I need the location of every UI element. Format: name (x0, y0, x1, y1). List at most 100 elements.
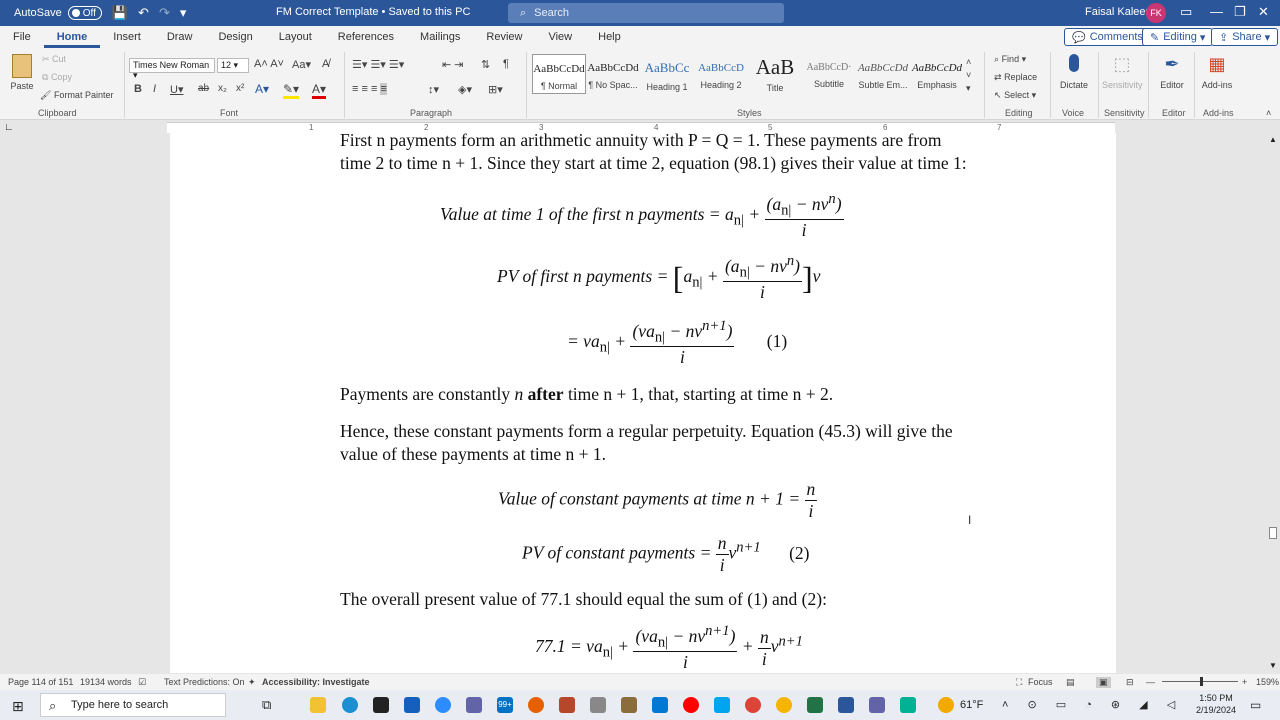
tab-design[interactable]: Design (205, 26, 265, 48)
style-subtle-emphasis[interactable]: AaBbCcDd Subtle Em... (856, 54, 910, 94)
paste-button[interactable]: Paste (10, 54, 34, 91)
underline-icon[interactable]: U▾ (170, 83, 183, 96)
tab-draw[interactable]: Draw (154, 26, 206, 48)
tray-icons[interactable]: ˄ ⊙ ▭ ◔ ⊛ ◢ ◁ (1002, 698, 1183, 711)
ribbon-display-icon[interactable]: ▭ (1180, 4, 1192, 20)
ruler-tab-selector[interactable]: ∟ (4, 122, 14, 133)
focus-mode[interactable]: Focus (1028, 677, 1053, 687)
font-size-select[interactable]: 12 ▾ (217, 58, 249, 73)
search-input[interactable]: ⌕ Search (508, 3, 784, 23)
grow-font-icon[interactable]: A˄ A˅ (254, 58, 284, 70)
scroll-up-icon[interactable]: ▲ (1269, 135, 1277, 144)
document-title[interactable]: FM Correct Template • Saved to this PC (276, 6, 470, 18)
font-color-icon[interactable]: A▾ (312, 82, 327, 99)
cut-button[interactable]: ✂ Cut (42, 54, 66, 65)
firefox-icon[interactable] (528, 697, 544, 713)
tab-references[interactable]: References (325, 26, 407, 48)
user-name[interactable]: Faisal Kaleem (1085, 6, 1155, 18)
proofing-icon[interactable]: ☑ (138, 677, 146, 688)
sensitivity-button[interactable]: ⬚ Sensitivity (1102, 54, 1143, 90)
text-predictions[interactable]: Text Predictions: On (164, 677, 245, 687)
editor-button[interactable]: ✒ Editor (1156, 54, 1188, 90)
highlight-icon[interactable]: ✎▾ (283, 82, 300, 99)
redo-icon[interactable]: ↷ (159, 5, 170, 21)
customize-icon[interactable]: ▾ (180, 5, 187, 21)
indent-icon[interactable]: ⇤ ⇥ (442, 58, 464, 71)
accessibility-icon[interactable]: ✦ (248, 677, 256, 688)
app-icon[interactable] (621, 697, 637, 713)
scroll-thumb[interactable] (1269, 527, 1277, 539)
notification-icon[interactable]: ▭ (1250, 698, 1261, 712)
addins-button[interactable]: ▦ Add-ins (1200, 54, 1234, 90)
vertical-scrollbar[interactable]: ▲ ▼ (1266, 133, 1280, 673)
app-icon[interactable] (900, 697, 916, 713)
bullets-icon[interactable]: ☰▾ ☰▾ ☰▾ (352, 58, 404, 71)
style-normal[interactable]: AaBbCcDd ¶ Normal (532, 54, 586, 94)
autosave-toggle[interactable]: Off (67, 6, 102, 20)
tab-mailings[interactable]: Mailings (407, 26, 473, 48)
tab-help[interactable]: Help (585, 26, 634, 48)
text-effects-icon[interactable]: A▾ (255, 82, 269, 96)
zoom-app-icon[interactable] (435, 697, 451, 713)
app-icon[interactable] (590, 697, 606, 713)
subscript-icon[interactable]: x₂ (218, 83, 227, 94)
taskbar-search-input[interactable]: ⌕ Type here to search (40, 693, 226, 717)
teams-icon[interactable] (869, 697, 885, 713)
task-view-icon[interactable]: ⧉ (262, 697, 271, 713)
app-icon[interactable] (404, 697, 420, 713)
strikethrough-icon[interactable]: ab (198, 83, 209, 94)
read-mode-icon[interactable]: ▤ (1066, 677, 1075, 688)
italic-icon[interactable]: I (153, 83, 156, 95)
clear-format-icon[interactable]: A̸ (322, 58, 329, 70)
app-icon[interactable] (559, 697, 575, 713)
print-layout-icon[interactable]: ▣ (1096, 677, 1111, 688)
app-icon[interactable] (714, 697, 730, 713)
sort-icon[interactable]: ⇅ (481, 58, 490, 71)
restore-icon[interactable]: ❐ (1234, 4, 1246, 20)
zoom-slider-thumb[interactable] (1200, 677, 1203, 686)
app-icon[interactable] (466, 697, 482, 713)
share-button[interactable]: ⇪ Share ▾ (1211, 28, 1279, 46)
bold-icon[interactable]: B (134, 83, 142, 95)
comments-button[interactable]: 💬 Comments (1064, 28, 1151, 46)
style-subtitle[interactable]: AaBbCcD· Subtitle (802, 54, 856, 94)
find-button[interactable]: ⌕ Find ▾ (994, 54, 1026, 65)
close-icon[interactable]: ✕ (1258, 4, 1269, 20)
style-heading-2[interactable]: AaBbCcD Heading 2 (694, 54, 748, 94)
select-button[interactable]: ↖ Select ▾ (994, 90, 1036, 101)
minimize-icon[interactable]: — (1210, 4, 1223, 19)
weather-temp[interactable]: 61°F (960, 699, 983, 711)
weather-icon[interactable] (938, 697, 954, 713)
shading-icon[interactable]: ◈▾ (458, 83, 472, 96)
style-emphasis[interactable]: AaBbCcDd Emphasis (910, 54, 964, 94)
style-title[interactable]: AaB Title (748, 54, 802, 94)
tab-home[interactable]: Home (43, 26, 101, 48)
styles-scroll-icon[interactable]: ˄ ˅ ▾ (966, 56, 971, 95)
word-count[interactable]: 19134 words (80, 677, 132, 687)
change-case-icon[interactable]: Aa▾ (292, 58, 311, 71)
tab-view[interactable]: View (535, 26, 585, 48)
web-layout-icon[interactable]: ⊟ (1126, 677, 1134, 688)
zoom-out-icon[interactable]: — (1146, 677, 1155, 687)
document-page[interactable]: First n payments form an arithmetic annu… (170, 130, 1116, 673)
tab-insert[interactable]: Insert (100, 26, 154, 48)
edge-icon[interactable] (342, 697, 358, 713)
borders-icon[interactable]: ⊞▾ (488, 83, 503, 96)
accessibility-status[interactable]: Accessibility: Investigate (262, 677, 370, 687)
copy-button[interactable]: ⧉ Copy (42, 72, 72, 83)
app-icon[interactable] (776, 697, 792, 713)
page-count[interactable]: Page 114 of 151 (8, 677, 73, 687)
format-painter-button[interactable]: 🖌 Format Painter (40, 90, 113, 101)
word-icon[interactable] (838, 697, 854, 713)
style-no-spacing[interactable]: AaBbCcDd ¶ No Spac... (586, 54, 640, 94)
mail-icon[interactable]: 99+ (497, 697, 513, 713)
superscript-icon[interactable]: x² (236, 83, 244, 94)
avatar[interactable]: FK (1146, 3, 1166, 23)
style-heading-1[interactable]: AaBbCc Heading 1 (640, 54, 694, 94)
store-icon[interactable] (373, 697, 389, 713)
align-icons[interactable]: ≡ ≡ ≡ ≡ (352, 83, 387, 95)
app-icon[interactable] (652, 697, 668, 713)
tab-file[interactable]: File (0, 26, 44, 48)
file-explorer-icon[interactable] (310, 697, 326, 713)
zoom-in-icon[interactable]: + (1242, 677, 1247, 687)
